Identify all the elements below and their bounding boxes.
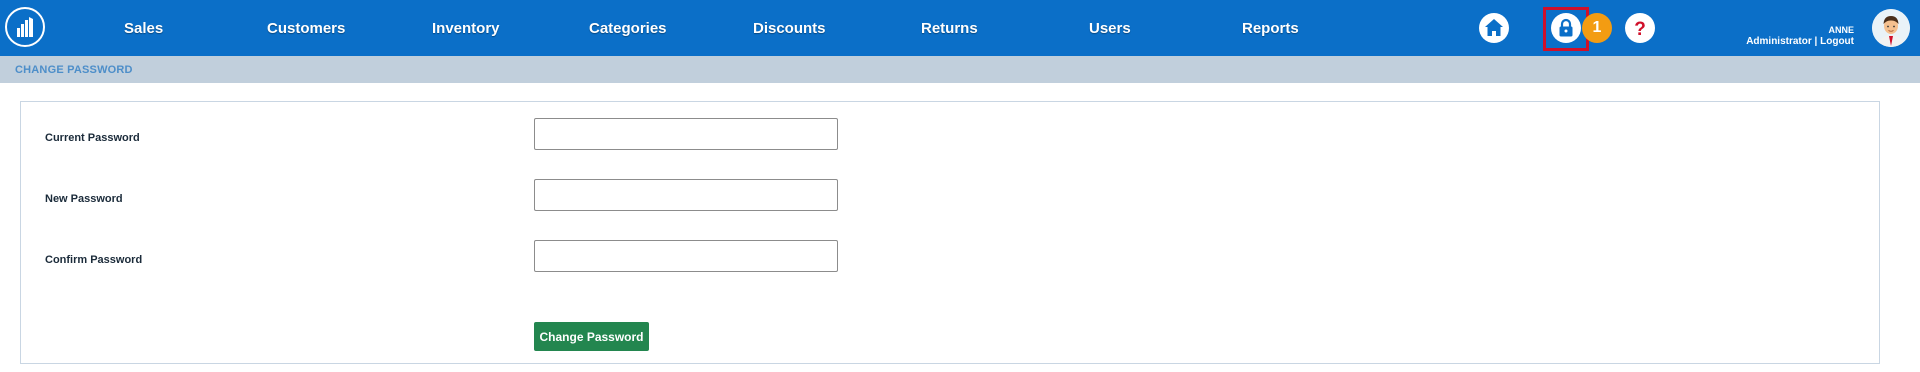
nav-reports[interactable]: Reports: [1242, 0, 1299, 56]
nav-categories[interactable]: Categories: [589, 0, 667, 56]
change-password-button[interactable]: Change Password: [534, 322, 649, 351]
page-title: CHANGE PASSWORD: [15, 64, 133, 76]
nav-returns[interactable]: Returns: [921, 0, 978, 56]
new-password-field[interactable]: [534, 179, 838, 211]
logout-link[interactable]: Logout: [1820, 36, 1854, 47]
nav-discounts[interactable]: Discounts: [753, 0, 826, 56]
page-header-bar: CHANGE PASSWORD: [0, 56, 1920, 83]
svg-text:?: ?: [1634, 19, 1646, 40]
user-role-line: Administrator | Logout: [1746, 36, 1854, 47]
current-password-field[interactable]: [534, 118, 838, 150]
current-password-label: Current Password: [45, 132, 140, 144]
top-navbar: Sales Customers Inventory Categories Dis…: [0, 0, 1920, 56]
lock-icon[interactable]: [1551, 13, 1581, 43]
user-separator: |: [1814, 36, 1818, 47]
user-role: Administrator: [1746, 36, 1812, 47]
change-password-panel: [20, 101, 1880, 364]
nav-users[interactable]: Users: [1089, 0, 1131, 56]
new-password-label: New Password: [45, 193, 123, 205]
nav-inventory[interactable]: Inventory: [432, 0, 500, 56]
nav-customers[interactable]: Customers: [267, 0, 345, 56]
user-name: ANNE: [1828, 25, 1854, 35]
help-icon[interactable]: ?: [1625, 13, 1655, 43]
home-icon[interactable]: [1479, 13, 1509, 43]
confirm-password-field[interactable]: [534, 240, 838, 272]
avatar[interactable]: [1872, 9, 1910, 47]
callout-badge-1: 1: [1582, 13, 1612, 43]
nav-sales[interactable]: Sales: [124, 0, 163, 56]
logo-icon[interactable]: [5, 7, 45, 47]
confirm-password-label: Confirm Password: [45, 254, 143, 266]
